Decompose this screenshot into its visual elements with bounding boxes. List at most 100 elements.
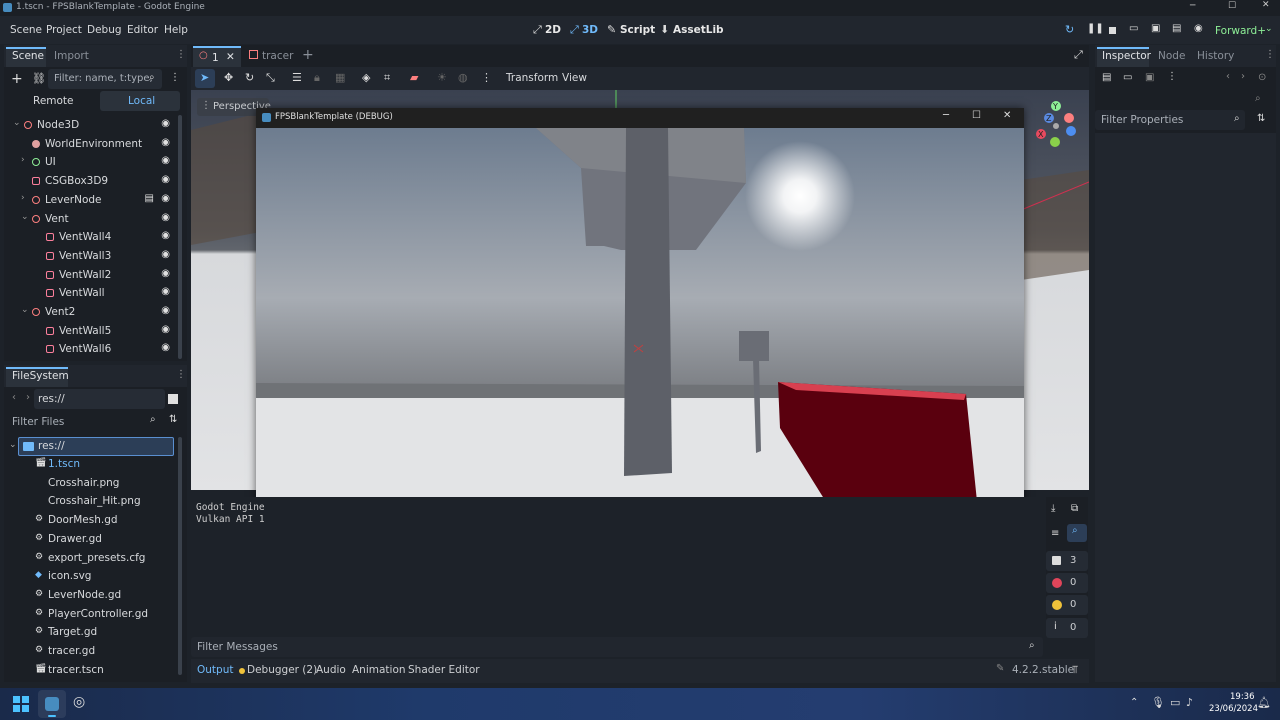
scene-filter-input[interactable]: Filter: name, t:type, ⌕ xyxy=(48,69,162,89)
file-item[interactable]: 🎬︎ tracer.tscn xyxy=(4,661,180,680)
tab-scene[interactable]: Scene xyxy=(12,50,44,62)
copy-icon[interactable]: ⧉ xyxy=(1071,503,1078,514)
menu-debug[interactable]: Debug xyxy=(87,24,122,36)
file-item[interactable]: ⚙ DoorMesh.gd xyxy=(4,511,180,530)
fs-path-input[interactable]: res:// xyxy=(34,389,165,409)
collapse-icon[interactable]: ≡ xyxy=(1051,528,1059,539)
bottom-panel-toggle-icon[interactable]: ⫪ xyxy=(1072,663,1078,677)
network-icon[interactable]: ▭ xyxy=(1170,696,1180,709)
tab-shader-editor[interactable]: Shader Editor xyxy=(408,664,480,676)
tab-animation[interactable]: Animation xyxy=(352,664,406,676)
scene-menu-icon[interactable]: ⋮ xyxy=(170,72,180,83)
expand-icon[interactable]: ⌄ xyxy=(21,212,29,222)
tab-import[interactable]: Import xyxy=(54,50,89,62)
group-icon[interactable]: ▦ xyxy=(335,71,345,84)
file-item[interactable]: ⚙ tracer.gd xyxy=(4,642,180,661)
file-item[interactable]: ⚙ Target.gd xyxy=(4,623,180,642)
visibility-icon[interactable]: ◉ xyxy=(161,230,170,241)
minimize-icon[interactable]: ─ xyxy=(1190,1,1195,11)
close-window-icon[interactable]: ✕ xyxy=(1262,0,1270,10)
history-list-icon[interactable]: ⊙ xyxy=(1258,72,1266,83)
game-maximize-icon[interactable]: ☐ xyxy=(972,110,981,121)
run-custom-icon[interactable]: ▤ xyxy=(1172,23,1181,34)
file-item[interactable]: ⚙ Drawer.gd xyxy=(4,530,180,549)
visibility-icon[interactable]: ◉ xyxy=(161,286,170,297)
expand-icon[interactable]: › xyxy=(21,155,25,165)
version-label[interactable]: 4.2.2.stable xyxy=(1012,664,1074,676)
error-count[interactable]: 0 xyxy=(1046,573,1088,593)
sun-icon[interactable]: ☀ xyxy=(437,71,447,84)
tree-item-ventwall4[interactable]: VentWall4 ◉ xyxy=(4,228,180,247)
expand-icon[interactable]: ⌄ xyxy=(21,305,29,315)
tab-scene-1[interactable]: ○ 1 ✕ xyxy=(193,46,241,67)
tab-history[interactable]: History xyxy=(1197,50,1234,62)
maximize-icon[interactable]: ☐ xyxy=(1228,1,1236,11)
split-view-icon[interactable] xyxy=(168,394,178,404)
fs-menu-icon[interactable]: ⋮ xyxy=(176,369,186,380)
tree-item-ventwall3[interactable]: VentWall3 ◉ xyxy=(4,247,180,266)
close-tab-icon[interactable]: ✕ xyxy=(226,51,235,63)
properties-options-icon[interactable]: ⇅ xyxy=(1257,113,1265,124)
link-icon[interactable]: ⛓ xyxy=(32,72,46,85)
tray-chevron-icon[interactable]: ⌃ xyxy=(1130,697,1138,708)
clock-date[interactable]: 23/06/2024 xyxy=(1209,704,1258,714)
pause-icon[interactable]: ❚❚ xyxy=(1087,23,1104,34)
menu-help[interactable]: Help xyxy=(164,24,188,36)
filter-properties-input[interactable]: Filter Properties ⌕ xyxy=(1095,110,1245,130)
run-scene-icon[interactable]: ▣ xyxy=(1151,23,1160,34)
visibility-icon[interactable]: ◉ xyxy=(161,249,170,260)
game-scene[interactable] xyxy=(256,128,1024,560)
menu-scene[interactable]: Scene xyxy=(10,24,42,36)
move-icon[interactable]: ✥ xyxy=(224,71,233,84)
transform-menu[interactable]: Transform xyxy=(506,72,558,84)
axis-gizmo-icon[interactable]: Y X Z xyxy=(1029,98,1081,150)
tree-item-node3d[interactable]: ⌄ Node3D ◉ xyxy=(4,116,180,135)
info-count[interactable]: ⅰ0 xyxy=(1046,618,1088,638)
new-resource-icon[interactable]: ▤ xyxy=(1102,72,1111,83)
tab-debugger[interactable]: Debugger (2) xyxy=(247,664,317,676)
clear-icon[interactable]: ⤓ xyxy=(1051,503,1055,514)
tab-node[interactable]: Node xyxy=(1158,50,1185,62)
visibility-icon[interactable]: ◉ xyxy=(161,155,170,166)
environment-icon[interactable]: ◍ xyxy=(458,71,468,84)
mode-2d-button[interactable]: 2D xyxy=(545,24,561,36)
forward-icon[interactable]: › xyxy=(26,392,30,403)
file-item[interactable]: ⚙ export_presets.cfg xyxy=(4,549,180,568)
tab-inspector[interactable]: Inspector xyxy=(1102,50,1151,62)
select-tool-button[interactable]: ➤ xyxy=(195,69,215,88)
stop-icon[interactable] xyxy=(1109,27,1116,34)
camera-override-icon[interactable]: ▰ xyxy=(410,71,418,84)
distraction-free-icon[interactable]: ⤢ xyxy=(1074,48,1083,62)
tab-tracer[interactable]: tracer xyxy=(262,50,293,62)
save-icon[interactable]: ▣ xyxy=(1145,72,1154,83)
dock-menu-icon[interactable]: ⋮ xyxy=(176,49,186,60)
file-item[interactable]: Crosshair_Hit.png xyxy=(4,492,180,511)
tree-item-ventwall6[interactable]: VentWall6 ◉ xyxy=(4,340,180,359)
mode-assetlib-button[interactable]: AssetLib xyxy=(673,24,724,36)
visibility-icon[interactable]: ◉ xyxy=(161,268,170,279)
local-space-icon[interactable]: ◈ xyxy=(362,71,370,84)
expand-icon[interactable]: › xyxy=(21,193,25,203)
script-attached-icon[interactable]: ▤ xyxy=(145,193,154,204)
scale-icon[interactable]: ⤡ xyxy=(266,71,275,85)
open-folder-icon[interactable]: ▭ xyxy=(1123,72,1132,83)
movie-icon[interactable]: ◉ xyxy=(1194,23,1203,34)
tree-item-ui[interactable]: › UI ◉ xyxy=(4,153,180,172)
menu-project[interactable]: Project xyxy=(46,24,82,36)
extra-menu-icon[interactable]: ⋮ xyxy=(1167,71,1177,82)
inspector-menu-icon[interactable]: ⋮ xyxy=(1265,49,1275,60)
sort-icon[interactable]: ⇅ xyxy=(169,414,177,425)
microphone-icon[interactable]: 🎙︎ xyxy=(1151,696,1165,709)
volume-icon[interactable]: ♪ xyxy=(1186,696,1193,709)
rotate-icon[interactable]: ↻ xyxy=(245,71,254,84)
godot-taskbar-button[interactable] xyxy=(38,690,66,718)
fs-root-row[interactable]: ⌄ res:// xyxy=(9,437,174,456)
fs-filter-input[interactable]: Filter Files xyxy=(12,416,64,428)
windows-start-icon[interactable] xyxy=(13,696,29,712)
add-node-icon[interactable]: + xyxy=(11,71,23,87)
file-item[interactable]: ⚙ PlayerController.gd xyxy=(4,605,180,624)
history-forward-icon[interactable]: › xyxy=(1241,71,1245,82)
warning-count[interactable]: 0 xyxy=(1046,595,1088,615)
more-icon[interactable]: ⋮ xyxy=(481,71,492,84)
file-item[interactable]: 🎬︎ 1.tscn xyxy=(4,455,180,474)
